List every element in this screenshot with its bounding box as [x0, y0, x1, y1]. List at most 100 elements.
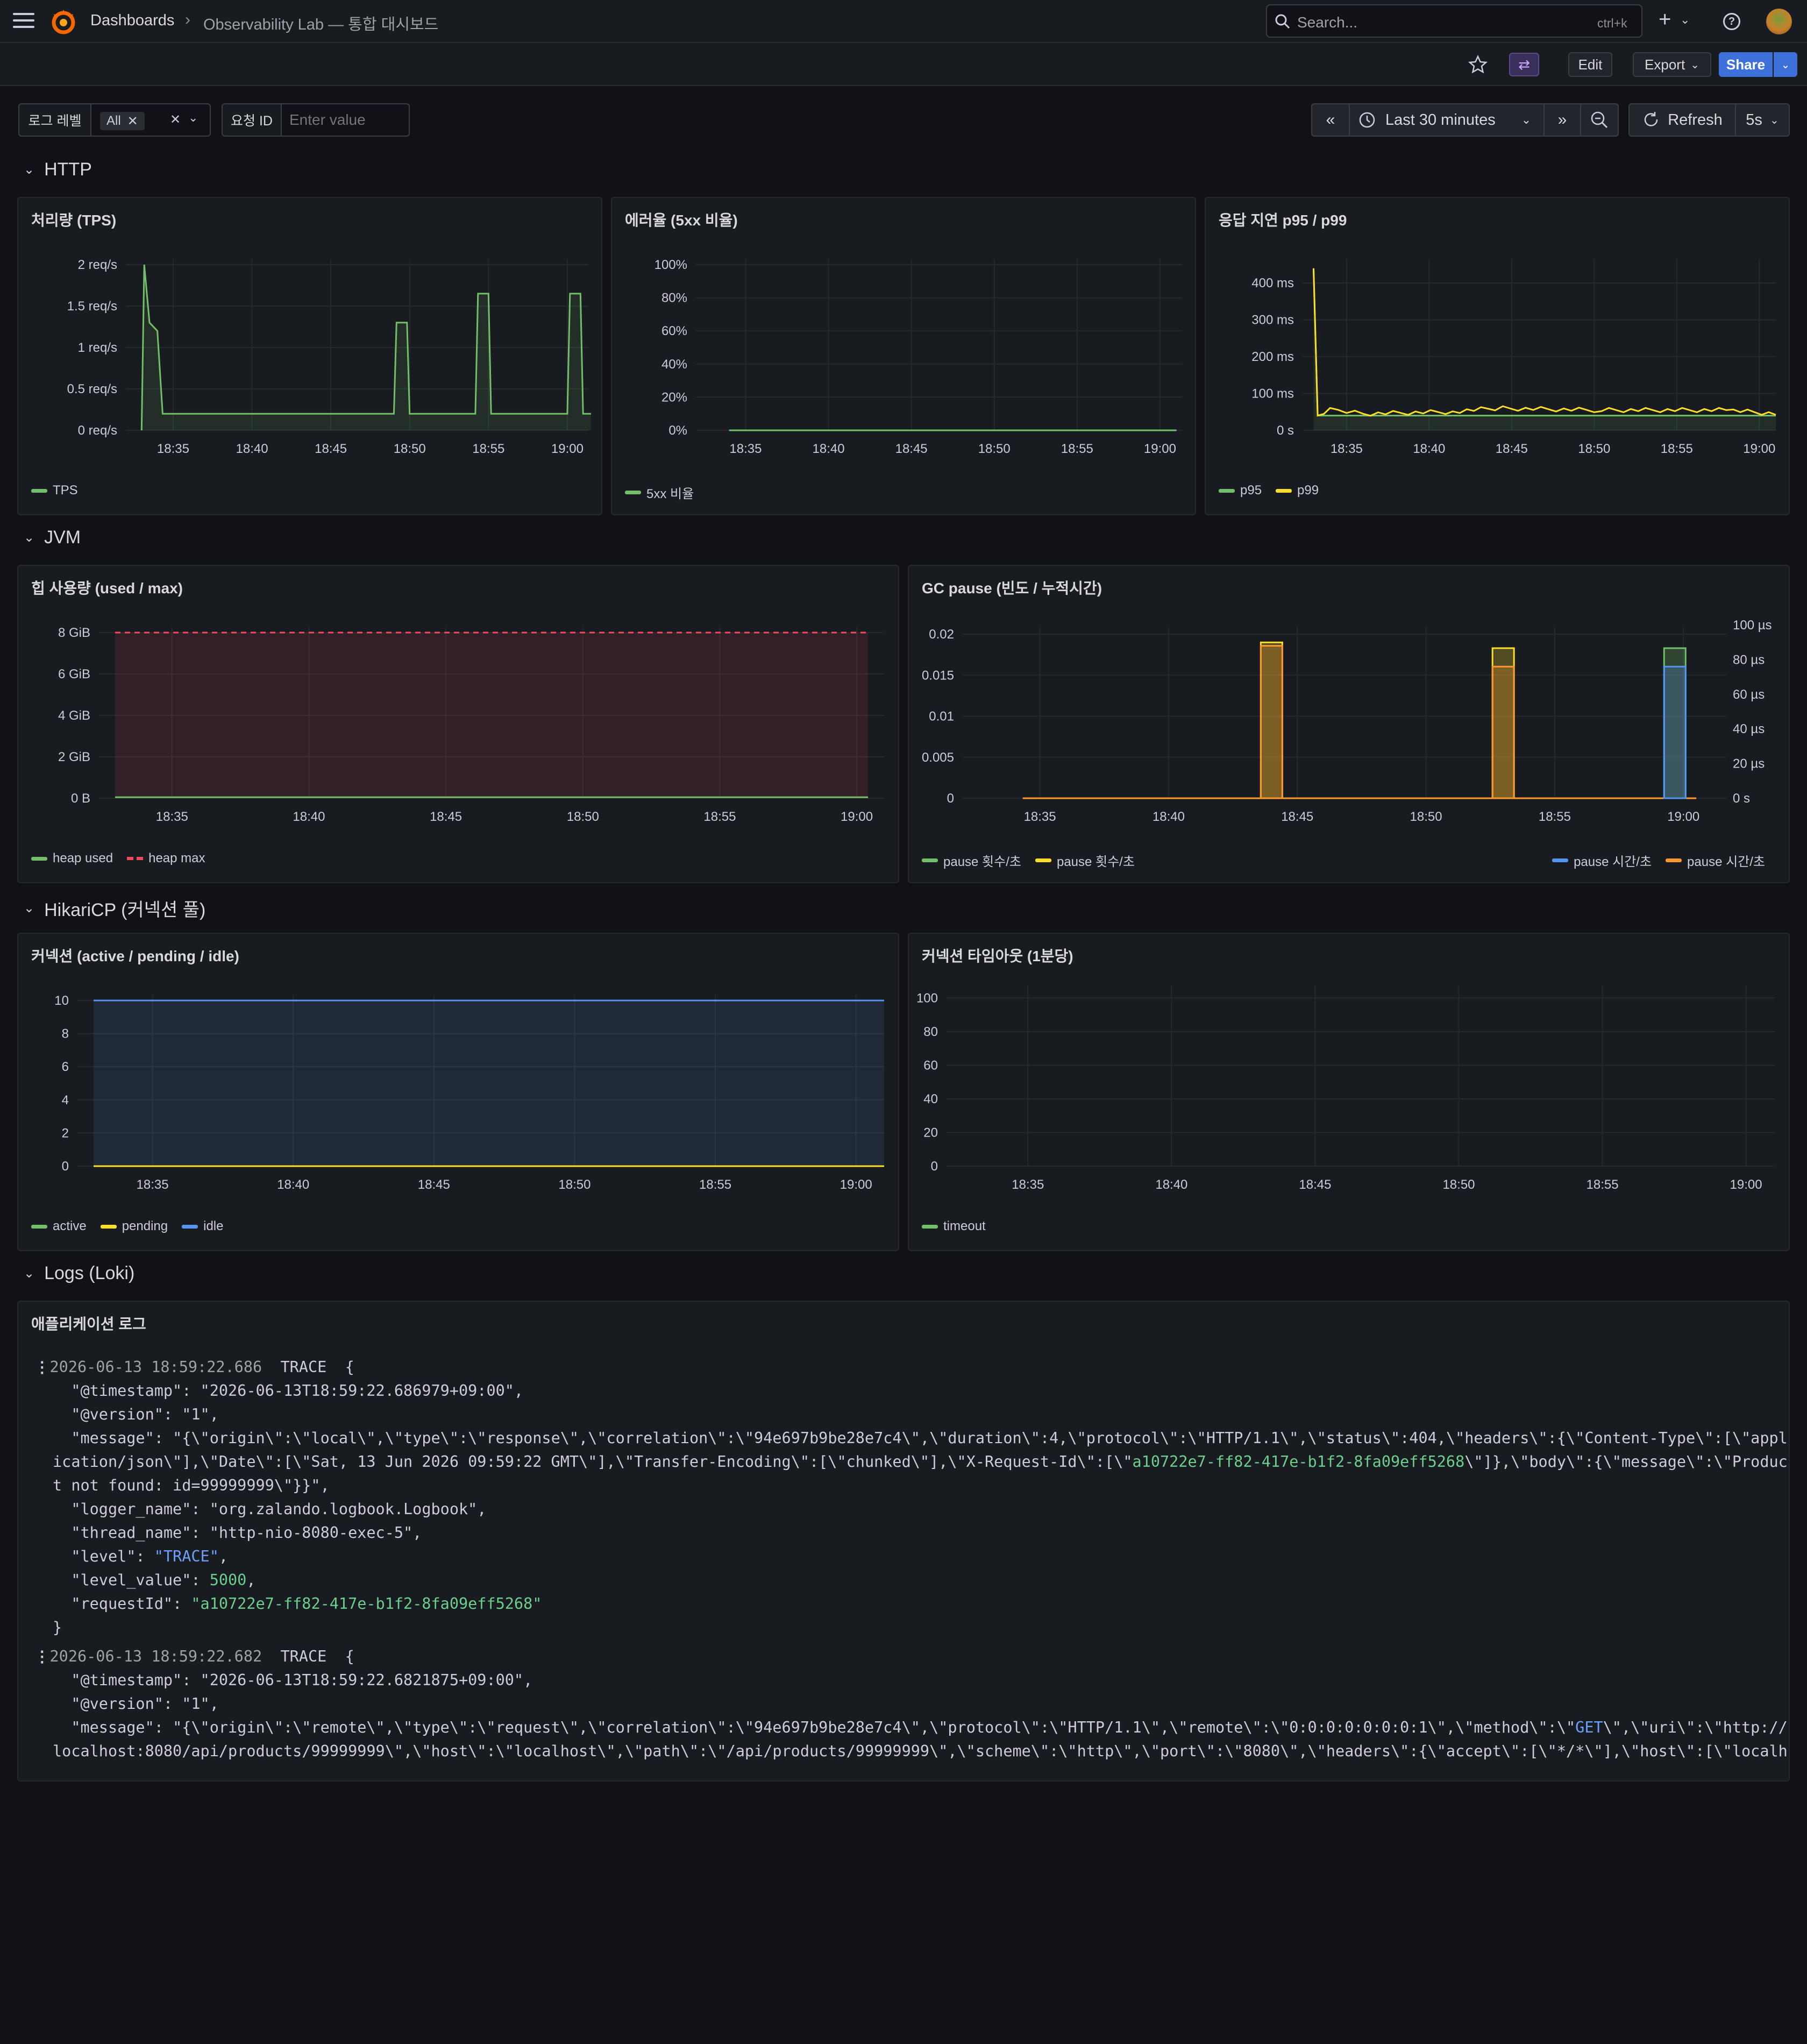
time-range-picker[interactable]: Last 30 minutes ⌄ — [1349, 103, 1545, 137]
panel-tps[interactable]: 처리량 (TPS) 0 req/s 0.5 req/s 1 req/s 1.5 req… — [17, 197, 602, 515]
export-label: Export — [1645, 56, 1685, 73]
panel-latency[interactable]: 응답 지연 p95 / p99 0 s 100 ms 200 ms 300 ms 400… — [1205, 197, 1790, 515]
log-list[interactable]: ⋮2026-06-13 18:59:22.686 TRACE { "@times… — [34, 1355, 1793, 1767]
legend-item[interactable]: pause 횟수/초 — [922, 851, 1021, 870]
legend-label: TPS — [53, 483, 78, 498]
legend-item[interactable]: pause 시간/초 — [1666, 851, 1765, 870]
log-header[interactable]: ⋮2026-06-13 18:59:22.686 TRACE { — [34, 1355, 1793, 1379]
refresh-interval-picker[interactable]: 5s ⌄ — [1735, 103, 1790, 137]
y-right-tick-label: 20 µs — [1733, 757, 1765, 771]
help-icon[interactable]: ? — [1723, 13, 1740, 30]
breadcrumb-dashboards[interactable]: Dashboards — [90, 12, 174, 30]
panel-error-rate[interactable]: 에러율 (5xx 비율) 0% 20% 40% 60% 80% 100% 18:35 18:4… — [611, 197, 1196, 515]
log-field: "requestId": "a10722e7-ff82-417e-b1f2-8f… — [34, 1592, 1793, 1616]
log-header[interactable]: ⋮2026-06-13 18:59:22.682 TRACE { — [34, 1645, 1793, 1669]
log-menu-icon[interactable]: ⋮ — [34, 1358, 50, 1376]
y-right-tick-label: 60 µs — [1733, 687, 1765, 702]
legend-item[interactable]: pending — [100, 1219, 168, 1234]
legend-label: pause 시간/초 — [1574, 855, 1652, 869]
legend-item[interactable]: heap max — [127, 851, 205, 866]
legend-item[interactable]: p99 — [1276, 483, 1319, 498]
page-title: Observability Lab — 통합 대시보드 — [203, 16, 439, 33]
close-icon[interactable]: ✕ — [127, 113, 138, 129]
log-level-chip[interactable]: All ✕ — [100, 112, 145, 130]
chevron-down-icon: ⌄ — [24, 530, 35, 545]
timeout-chart: 0 20 40 60 80 100 18:35 18:40 18:45 18:50 18:55 19:… — [916, 985, 1775, 1192]
log-key: "requestId": — [53, 1595, 191, 1613]
panel-gc-pause[interactable]: GC pause (빈도 / 누적시간) 0 0.005 0.01 0.015 0.02… — [908, 565, 1790, 883]
export-button[interactable]: Export ⌄ — [1633, 52, 1711, 77]
legend-item[interactable]: TPS — [31, 483, 78, 498]
chevron-down-icon[interactable]: ⌄ — [188, 111, 198, 125]
x-tick-label: 19:00 — [1144, 442, 1176, 456]
x-tick-label: 18:45 — [430, 810, 462, 824]
row-hikari[interactable]: ⌄ HikariCP (커넥션 풀) — [24, 895, 205, 921]
legend-item[interactable]: idle — [182, 1219, 223, 1234]
y-tick-label: 20 — [923, 1126, 938, 1140]
x-tick-label: 18:45 — [418, 1177, 450, 1192]
x-tick-label: 18:40 — [236, 442, 268, 456]
star-icon[interactable] — [1468, 55, 1488, 74]
grafana-logo-icon[interactable] — [49, 8, 77, 36]
legend-label: p95 — [1240, 483, 1262, 498]
y-tick-label: 0 — [947, 791, 954, 806]
log-value: "TRACE" — [154, 1548, 219, 1565]
chevron-down-icon: ⌄ — [1690, 59, 1699, 71]
time-shift-forward-button[interactable]: » — [1543, 103, 1581, 137]
refresh-icon — [1644, 112, 1658, 126]
legend-item[interactable]: pause 횟수/초 — [1035, 851, 1135, 870]
request-id-input[interactable] — [282, 103, 410, 137]
refresh-button[interactable]: Refresh — [1628, 103, 1736, 137]
log-entry[interactable]: ⋮2026-06-13 18:59:22.686 TRACE { "@times… — [34, 1355, 1793, 1640]
log-field: "@timestamp": "2026-06-13T18:59:22.68697… — [53, 1382, 524, 1400]
search-input[interactable]: Search... ctrl+k — [1266, 4, 1642, 38]
legend-item[interactable]: p95 — [1219, 483, 1262, 498]
row-jvm[interactable]: ⌄ JVM — [24, 527, 81, 548]
x-tick-label: 19:00 — [1667, 810, 1699, 824]
panel-timeout[interactable]: 커넥션 타임아웃 (1분당) 0 20 40 60 80 100 18:35 18:40 18:… — [908, 933, 1790, 1251]
legend-item[interactable]: heap used — [31, 851, 113, 866]
row-logs[interactable]: ⌄ Logs (Loki) — [24, 1263, 134, 1284]
log-key: "level_value": — [53, 1571, 210, 1589]
log-field: "level": "TRACE", — [53, 1548, 229, 1565]
log-entry[interactable]: ⋮2026-06-13 18:59:22.682 TRACE { "@times… — [34, 1645, 1793, 1767]
new-button[interactable]: + — [1659, 8, 1671, 32]
menu-icon[interactable] — [13, 13, 34, 30]
zoom-out-button[interactable] — [1580, 103, 1619, 137]
share-link-icon[interactable]: ⇄ — [1509, 53, 1539, 76]
legend-item[interactable]: 5xx 비율 — [625, 483, 694, 502]
share-dropdown-button[interactable]: ⌄ — [1774, 52, 1797, 77]
log-menu-icon[interactable]: ⋮ — [34, 1648, 50, 1665]
chart-legend: p95 p99 — [1219, 483, 1319, 498]
share-button[interactable]: Share — [1719, 52, 1773, 77]
legend-label: heap used — [53, 851, 113, 865]
clear-icon[interactable]: ✕ — [170, 112, 181, 127]
log-message-method: GET — [1575, 1719, 1603, 1736]
log-key: "level": — [53, 1548, 154, 1565]
legend-item[interactable]: active — [31, 1219, 87, 1234]
log-level-select[interactable]: All ✕ ✕ ⌄ — [91, 103, 211, 137]
x-tick-label: 19:00 — [840, 1177, 872, 1192]
x-tick-label: 18:55 — [1661, 442, 1693, 456]
panel-logs[interactable]: 애플리케이션 로그 ⋮2026-06-13 18:59:22.686 TRACE… — [17, 1301, 1790, 1782]
x-tick-label: 18:35 — [137, 1177, 169, 1192]
time-shift-back-button[interactable]: « — [1311, 103, 1350, 137]
request-id-label: 요청 ID — [222, 103, 282, 137]
panel-connections[interactable]: 커넥션 (active / pending / idle) 0 2 4 6 8 10 18:… — [17, 933, 899, 1251]
heap-chart: 0 B 2 GiB 4 GiB 6 GiB 8 GiB 18:35 18:40 18:45 18… — [58, 626, 884, 824]
y-tick-label: 8 GiB — [58, 626, 90, 640]
y-right-tick-label: 80 µs — [1733, 652, 1765, 667]
row-http[interactable]: ⌄ HTTP — [24, 159, 92, 180]
avatar[interactable] — [1766, 9, 1792, 34]
search-shortcut: ctrl+k — [1597, 16, 1627, 30]
legend-item[interactable]: pause 시간/초 — [1552, 851, 1652, 870]
y-tick-label: 100 ms — [1251, 387, 1294, 401]
legend-item[interactable]: timeout — [922, 1219, 986, 1234]
legend-label: pending — [122, 1219, 168, 1233]
edit-button[interactable]: Edit — [1568, 52, 1612, 77]
y-tick-label: 0 s — [1277, 423, 1294, 438]
panel-heap[interactable]: 힙 사용량 (used / max) 0 B 2 GiB 4 GiB 6 GiB 8 G… — [17, 565, 899, 883]
log-message: "message": "{\"origin\":\"local\",\"type… — [34, 1426, 1793, 1497]
y-tick-label: 100 — [916, 991, 938, 1006]
y-tick-label: 0.005 — [922, 750, 954, 765]
